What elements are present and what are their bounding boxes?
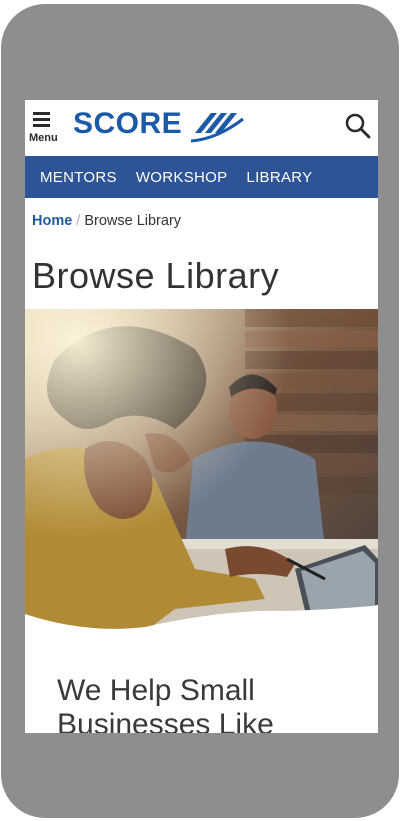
breadcrumb-home-link[interactable]: Home [32, 213, 72, 229]
page-title: Browse Library [32, 255, 280, 296]
main-nav: MENTORS WORKSHOP LIBRARY [25, 156, 378, 198]
menu-label: Menu [29, 132, 58, 144]
breadcrumb: Home / Browse Library [32, 213, 181, 229]
logo-text: SCORE [73, 107, 183, 140]
hero-illustration [25, 309, 378, 639]
hero-tagline: We Help Small Businesses Like [57, 674, 274, 733]
search-button[interactable] [344, 112, 372, 140]
hamburger-icon-bar [33, 124, 50, 127]
menu-button[interactable]: Menu [29, 110, 63, 146]
hero-image [25, 309, 378, 639]
device-frame: Menu SCORE MENTORS WORKSHOP LIBRARY Home… [1, 4, 399, 818]
logo-swoosh-icon [190, 113, 244, 143]
breadcrumb-separator: / [76, 213, 81, 229]
search-icon [345, 113, 371, 139]
hamburger-icon-bar [33, 118, 50, 121]
nav-item-workshop[interactable]: WORKSHOP [136, 169, 228, 186]
screen: Menu SCORE MENTORS WORKSHOP LIBRARY Home… [25, 100, 378, 733]
breadcrumb-current: Browse Library [84, 213, 182, 229]
nav-item-mentors[interactable]: MENTORS [40, 169, 117, 186]
hamburger-icon [33, 112, 50, 115]
nav-item-library[interactable]: LIBRARY [246, 169, 312, 186]
score-logo[interactable]: SCORE [73, 105, 244, 147]
header: Menu SCORE [25, 100, 378, 156]
